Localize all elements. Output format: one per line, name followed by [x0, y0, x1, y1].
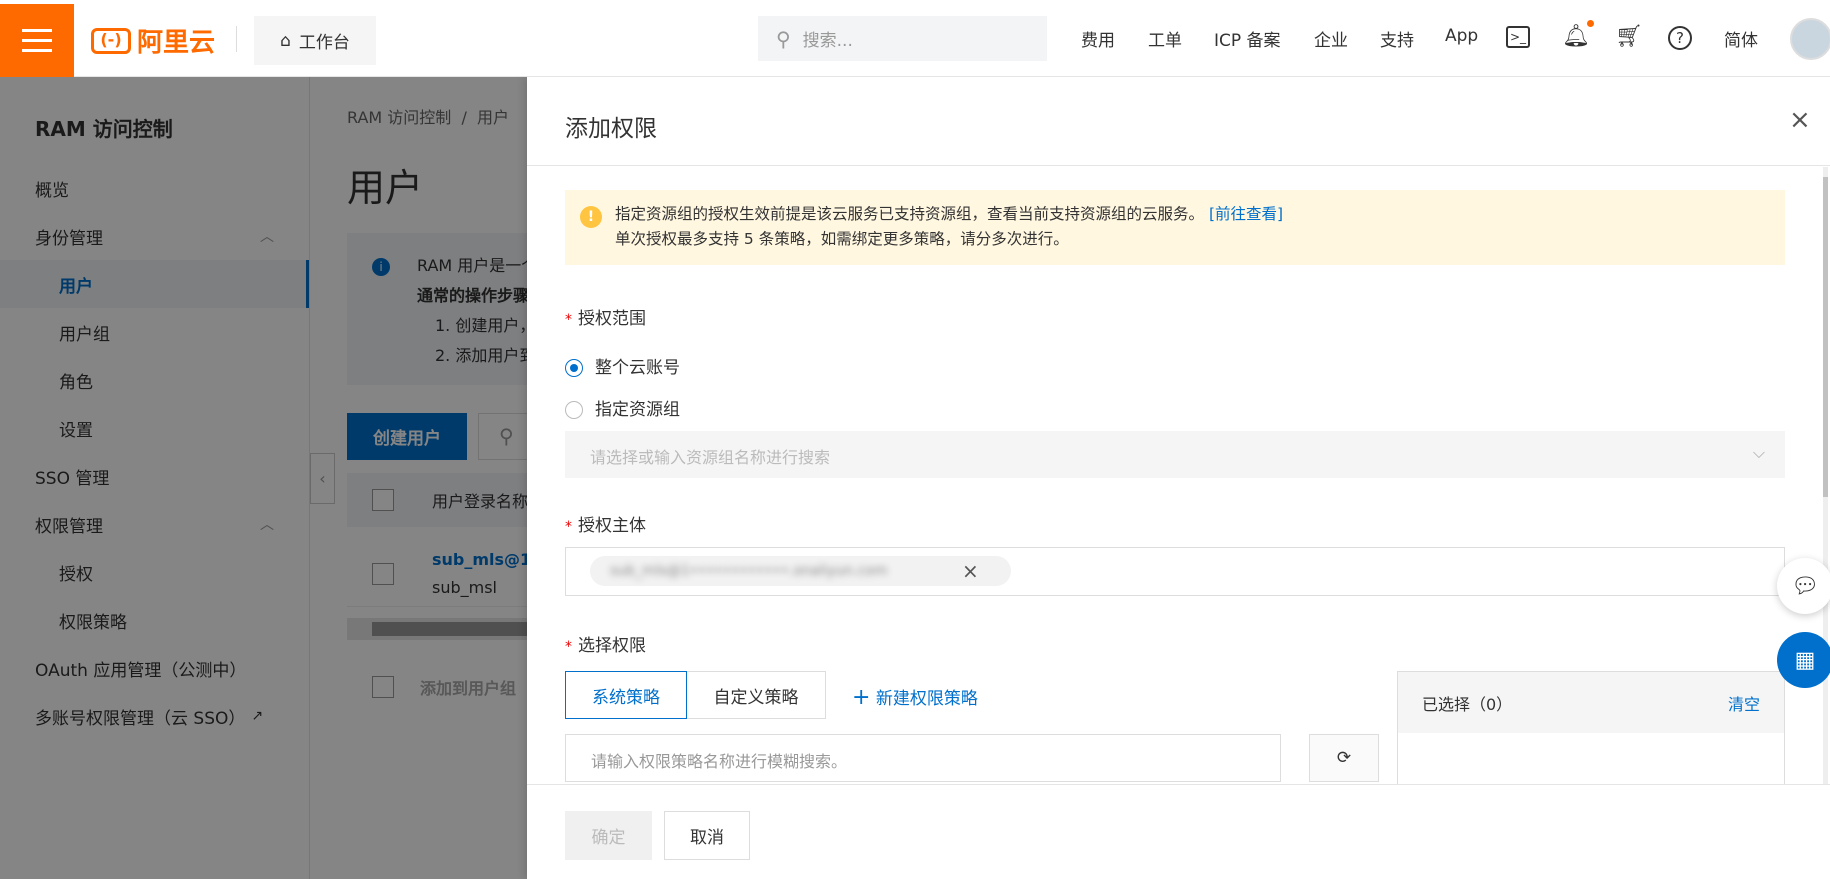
- remove-tag-icon[interactable]: ×: [962, 559, 979, 583]
- cancel-button[interactable]: 取消: [664, 811, 750, 860]
- view-supported-link[interactable]: [前往查看]: [1209, 205, 1283, 223]
- alert-line: 单次授权最多支持 5 条策略，如需绑定更多策略，请分多次进行。: [615, 230, 1069, 248]
- aliyun-logo[interactable]: (-) 阿里云: [91, 22, 215, 59]
- search-input[interactable]: ⚲ 搜索...: [758, 16, 1047, 61]
- chat-icon[interactable]: 💬︎: [1777, 558, 1830, 614]
- confirm-button[interactable]: 确定: [565, 811, 652, 860]
- home-icon: ⌂: [280, 30, 291, 51]
- tab-system-policy[interactable]: 系统策略: [565, 671, 687, 719]
- principal-input[interactable]: sub_mls@1••••••••••••.onaliyun.com ×: [565, 547, 1785, 596]
- tab-custom-policy[interactable]: 自定义策略: [687, 671, 826, 719]
- avatar[interactable]: [1790, 18, 1830, 60]
- workbench-button[interactable]: ⌂ 工作台: [254, 16, 376, 65]
- refresh-button[interactable]: ⟳: [1309, 734, 1379, 782]
- permission-label: * 选择权限: [565, 636, 646, 656]
- apps-icon[interactable]: ▦: [1777, 632, 1830, 688]
- logo-text: 阿里云: [137, 28, 216, 58]
- terminal-icon[interactable]: >_: [1506, 26, 1530, 48]
- radio-icon: [565, 359, 583, 377]
- principal-tag: sub_mls@1••••••••••••.onaliyun.com ×: [590, 556, 1011, 586]
- bell-icon[interactable]: 🔔︎: [1562, 20, 1594, 49]
- scrollbar[interactable]: [1823, 167, 1828, 862]
- top-navbar: (-) 阿里云 ⌂ 工作台 ⚲ 搜索... 费用 工单 ICP 备案 企业 支持 Ap…: [0, 0, 1830, 77]
- search-placeholder: 搜索...: [802, 31, 853, 51]
- nav-billing[interactable]: 费用: [1081, 26, 1115, 51]
- workbench-label: 工作台: [298, 33, 350, 53]
- nav-enterprise[interactable]: 企业: [1314, 26, 1348, 51]
- close-icon[interactable]: ×: [1789, 105, 1811, 135]
- language-switch[interactable]: 简体: [1724, 26, 1758, 51]
- policy-search-input[interactable]: 请输入权限策略名称进行模糊搜索。: [565, 734, 1281, 782]
- nav-support[interactable]: 支持: [1380, 26, 1414, 51]
- refresh-icon: ⟳: [1336, 748, 1352, 768]
- clear-button[interactable]: 清空: [1728, 691, 1760, 715]
- divider: [236, 26, 237, 52]
- help-icon[interactable]: ?: [1668, 26, 1692, 50]
- new-policy-link[interactable]: + 新建权限策略: [852, 684, 978, 710]
- nav-ticket[interactable]: 工单: [1148, 26, 1182, 51]
- nav-icp[interactable]: ICP 备案: [1214, 26, 1281, 51]
- radio-whole-account[interactable]: 整个云账号: [565, 353, 680, 378]
- menu-button[interactable]: [0, 4, 74, 77]
- selected-count: 已选择（0）: [1422, 694, 1513, 714]
- add-permission-drawer: 添加权限 × ! 指定资源组的授权生效前提是该云服务已支持资源组，查看当前支持资…: [527, 77, 1830, 879]
- search-icon: ⚲: [776, 26, 791, 51]
- cart-icon[interactable]: 🛒︎: [1615, 24, 1643, 49]
- selected-panel: 已选择（0） 清空: [1397, 671, 1785, 791]
- principal-tag-text: sub_mls@1••••••••••••.onaliyun.com: [610, 563, 888, 579]
- radio-icon: [565, 401, 583, 419]
- radio-resource-group[interactable]: 指定资源组: [565, 395, 680, 420]
- warning-icon: !: [580, 206, 602, 228]
- drawer-title: 添加权限: [565, 116, 657, 142]
- divider: [527, 165, 1830, 166]
- principal-label: * 授权主体: [565, 516, 646, 536]
- scope-label: * 授权范围: [565, 309, 646, 329]
- resource-group-select[interactable]: 请选择或输入资源组名称进行搜索 ⌵: [565, 431, 1785, 478]
- alert-line: 指定资源组的授权生效前提是该云服务已支持资源组，查看当前支持资源组的云服务。: [615, 205, 1205, 223]
- plus-icon: +: [852, 685, 871, 710]
- alert-box: ! 指定资源组的授权生效前提是该云服务已支持资源组，查看当前支持资源组的云服务。…: [565, 190, 1785, 265]
- drawer-footer: 确定 取消: [527, 784, 1830, 879]
- nav-app[interactable]: App: [1445, 26, 1478, 46]
- chevron-down-icon: ⌵: [1752, 443, 1765, 462]
